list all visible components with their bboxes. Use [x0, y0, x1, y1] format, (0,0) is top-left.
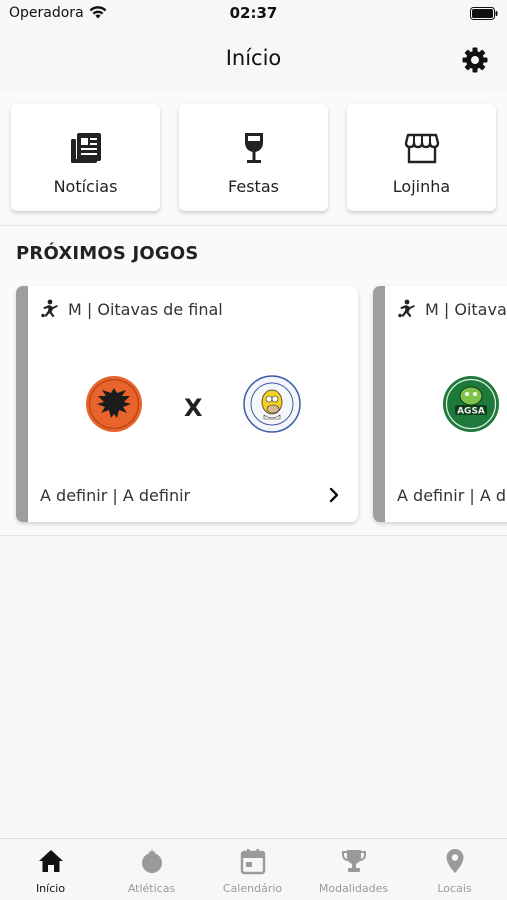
tab-modalities-label: Modalidades: [318, 882, 389, 895]
store-icon: [404, 133, 439, 164]
header: Início: [0, 28, 507, 94]
newspaper-icon: [70, 133, 101, 163]
status-bar: Operadora 02:37: [0, 0, 507, 28]
tab-locations[interactable]: Locais: [404, 839, 505, 900]
shortcuts-row: Notícias Festas Lojinha: [0, 94, 507, 226]
player-kick-icon: [398, 299, 415, 318]
game-meta-text: M | Oitavas de final: [68, 299, 223, 319]
tab-athletics[interactable]: Atléticas: [101, 839, 202, 900]
green-mascot-logo: AGSA: [443, 376, 499, 432]
news-shortcut[interactable]: Notícias: [11, 104, 160, 211]
wine-glass-icon: [244, 133, 263, 163]
store-label: Lojinha: [392, 177, 451, 196]
trophy-icon: [341, 850, 366, 872]
game-card[interactable]: M | Oitavas de final X A definir | A def…: [16, 286, 358, 522]
tab-calendar[interactable]: Calendário: [202, 839, 303, 900]
store-shortcut[interactable]: Lojinha: [347, 104, 496, 211]
home-icon: [38, 850, 63, 872]
parties-shortcut[interactable]: Festas: [179, 104, 328, 211]
tab-home[interactable]: Início: [0, 839, 101, 900]
eagle-crest-logo: [86, 376, 142, 432]
game-footer: A definir | A definir: [397, 486, 507, 505]
battery-icon: [470, 7, 498, 20]
card-stripe: [16, 286, 28, 522]
next-games-section: PRÓXIMOS JOGOS M | Oitavas de final X A …: [0, 226, 507, 536]
calendar-icon: [240, 849, 265, 875]
tab-bar: Início Atléticas Calendário Modalidades …: [0, 838, 507, 900]
game-footer: A definir | A definir: [40, 486, 191, 505]
svg-text:AGSA: AGSA: [457, 407, 485, 417]
game-card[interactable]: M | Oitavas de final AGSA A definir | A …: [373, 286, 507, 522]
location-pin-icon: [446, 849, 463, 873]
game-meta-text: M | Oitavas de final: [425, 299, 507, 319]
versus-label: X: [184, 394, 203, 422]
game-meta: M | Oitavas de final: [397, 298, 507, 320]
tab-calendar-label: Calendário: [222, 882, 283, 895]
chevron-right-icon: [329, 487, 339, 503]
game-meta: M | Oitavas de final: [40, 298, 223, 320]
gear-icon: [462, 47, 488, 73]
athletics-icon: [141, 849, 162, 873]
player-kick-icon: [41, 299, 58, 318]
clock: 02:37: [229, 4, 278, 22]
tab-modalities[interactable]: Modalidades: [303, 839, 404, 900]
news-label: Notícias: [53, 177, 118, 196]
page-title: Início: [225, 46, 282, 70]
tab-athletics-label: Atléticas: [127, 882, 176, 895]
tab-home-label: Início: [35, 882, 66, 895]
card-stripe: [373, 286, 385, 522]
parties-label: Festas: [228, 177, 279, 196]
homer-crest-logo: [243, 375, 301, 433]
settings-button[interactable]: [459, 44, 491, 76]
tab-locations-label: Locais: [437, 882, 472, 895]
section-title: PRÓXIMOS JOGOS: [16, 243, 199, 264]
